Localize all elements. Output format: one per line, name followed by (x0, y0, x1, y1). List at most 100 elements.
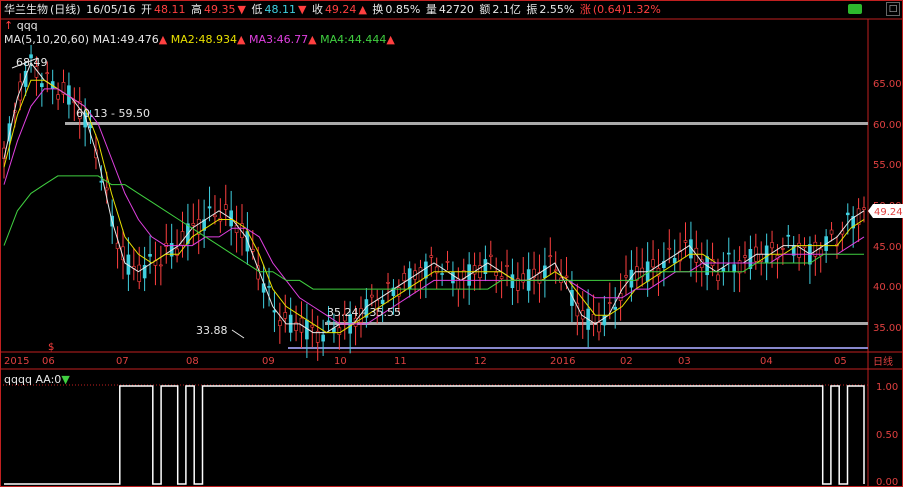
time-tick: 04 (760, 356, 773, 367)
candle-body (137, 264, 142, 282)
candle-body (781, 248, 785, 250)
candle-body (424, 261, 428, 279)
candle-body (564, 275, 569, 278)
price-tick: 45.00 (873, 242, 902, 253)
candle-body (548, 255, 553, 258)
candle-body (635, 266, 639, 281)
candle-body (499, 276, 504, 279)
candle-body (494, 272, 499, 276)
indicator-header: qqqq AA:0▼ (4, 373, 70, 387)
chart-frame (0, 0, 903, 487)
lower-band-label: 35.24 - 35.55 (327, 306, 401, 319)
time-tick: 06 (42, 356, 55, 367)
time-tick: 02 (620, 356, 633, 367)
candle-body (624, 275, 628, 278)
candle-body (488, 254, 493, 257)
time-tick: 05 (834, 356, 847, 367)
candle-body (402, 273, 407, 282)
current-price-label: 49.24 (874, 207, 903, 218)
price-tick: 55.00 (873, 160, 902, 171)
high-point-label: 68.49 (16, 56, 48, 69)
candle-body (726, 252, 731, 255)
candle-body (223, 204, 228, 210)
price-tick: 40.00 (873, 282, 902, 293)
candle-body (386, 282, 390, 284)
candle-body (802, 245, 807, 249)
candle-body (613, 306, 617, 310)
time-axis: 2015 06 07 08 09 10 11 12 2016 02 03 04 … (4, 342, 893, 368)
candle-body (651, 259, 655, 268)
indicator-title[interactable]: qqqq (4, 373, 32, 386)
aa-arrow-icon: ▼ (61, 373, 70, 386)
candle-body (310, 324, 315, 328)
indicator-tick: 1.00 (876, 382, 898, 393)
candle-body (667, 247, 672, 250)
upper-band-label: 60.13 - 59.50 (76, 107, 150, 120)
aa-label: AA:0 (35, 373, 62, 386)
candle-body (180, 231, 185, 246)
time-tick: 11 (394, 356, 407, 367)
period-tag[interactable]: 日线 (873, 355, 893, 368)
candle-body (862, 207, 866, 210)
price-tick: 65.00 (873, 79, 902, 90)
time-tick: 2015 (4, 356, 29, 367)
candle-body (164, 242, 169, 247)
indicator-tick: 0.00 (876, 477, 898, 487)
candle-body (716, 274, 720, 282)
candle-body (369, 294, 374, 298)
candle-body (505, 265, 509, 267)
candle-body (440, 273, 444, 275)
candle-body (553, 269, 558, 272)
candle-body (429, 255, 434, 258)
time-tick: 2016 (550, 356, 575, 367)
ma-line-ma1 (3, 61, 865, 334)
dividend-icon: $ (48, 342, 54, 353)
candle-body (770, 242, 774, 249)
time-tick: 03 (678, 356, 691, 367)
candle-body (786, 234, 791, 237)
candle-body (278, 320, 282, 326)
time-tick: 12 (474, 356, 487, 367)
candle-body (845, 212, 850, 216)
candle-body (191, 223, 196, 226)
candle-body (45, 72, 50, 75)
candle-body (510, 274, 515, 289)
candle-body (104, 187, 109, 191)
candle-body (743, 255, 747, 258)
low-pointer (231, 329, 245, 339)
price-tick: 60.00 (873, 120, 902, 131)
candle-body (418, 267, 423, 282)
resistance-band[interactable] (65, 122, 868, 125)
time-tick: 09 (262, 356, 275, 367)
candle-body (683, 240, 688, 243)
time-tick: 07 (116, 356, 129, 367)
price-chart[interactable]: 65.00 60.00 55.00 50.00 45.00 40.00 35.0… (0, 0, 903, 487)
candle-body (597, 322, 601, 333)
candle-body (591, 314, 596, 323)
candle-body (445, 261, 450, 263)
candle-body (56, 94, 60, 100)
candle-body (326, 320, 331, 323)
candle-body (337, 327, 342, 335)
candle-body (148, 254, 152, 257)
range-marker (288, 347, 868, 349)
aa-signal-line (4, 385, 865, 485)
candle-body (99, 180, 104, 183)
ma-lines (3, 61, 865, 334)
candle-body (159, 264, 163, 267)
candle-body (732, 264, 736, 273)
candle-body (543, 265, 547, 279)
low-point-label: 33.88 (196, 324, 228, 337)
indicator-axis: 1.00 0.50 0.00 (876, 382, 898, 487)
candle-body (672, 257, 677, 264)
candle-body (321, 334, 325, 342)
price-tick: 35.00 (873, 323, 902, 334)
candle-body (380, 299, 385, 304)
candle-body (207, 206, 212, 209)
time-tick: 10 (334, 356, 347, 367)
indicator-tick: 0.50 (876, 430, 898, 441)
candle-body (607, 302, 612, 304)
candle-body (267, 286, 271, 288)
candle-body (721, 267, 726, 272)
candle-body (213, 214, 217, 218)
